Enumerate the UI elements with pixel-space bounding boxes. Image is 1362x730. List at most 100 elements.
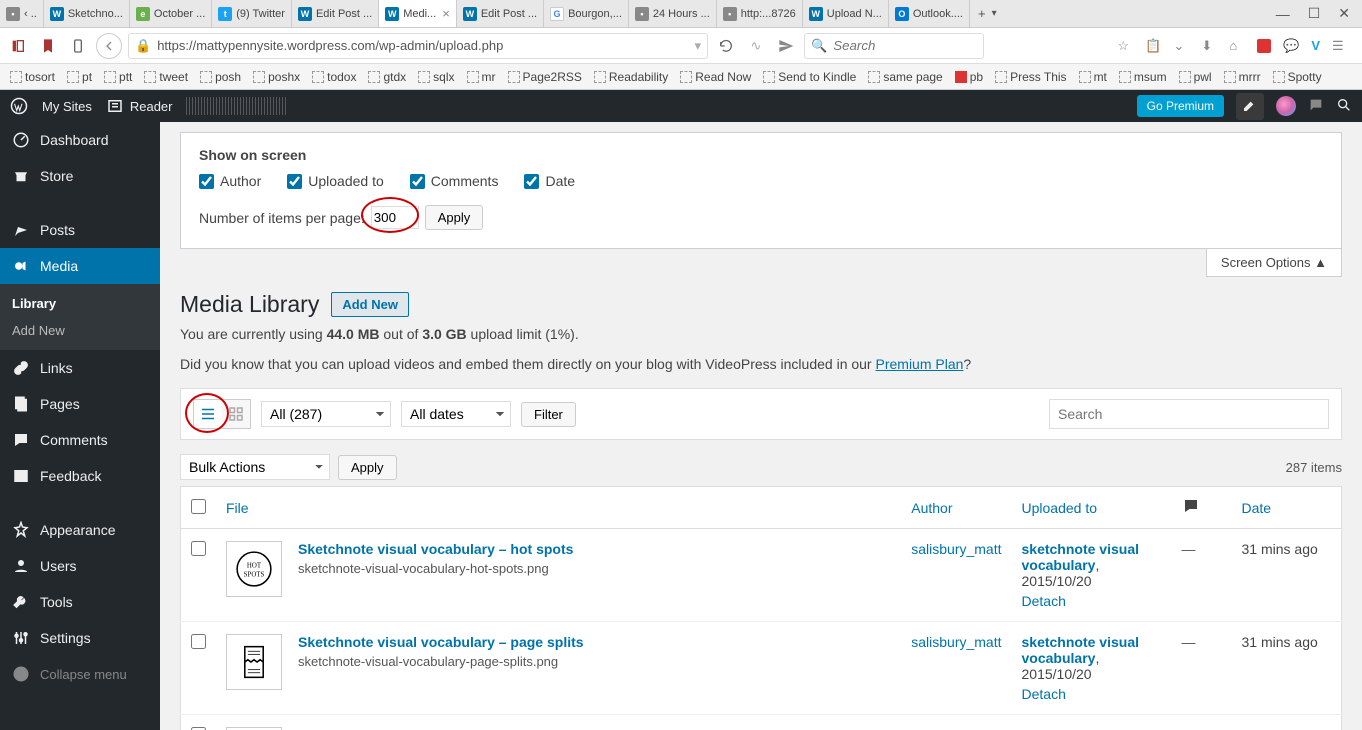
sidebar-item-pages[interactable]: Pages <box>0 386 160 422</box>
items-per-page-input[interactable] <box>371 206 419 229</box>
bookmark-item[interactable]: ptt <box>100 68 136 86</box>
bookmark-item[interactable]: todox <box>308 68 360 86</box>
bookmark-item[interactable]: poshx <box>249 68 304 86</box>
row-checkbox[interactable] <box>191 541 206 556</box>
sidebar-item-dashboard[interactable]: Dashboard <box>0 122 160 158</box>
browser-tab[interactable]: •http:...8726 <box>717 0 803 27</box>
bookmark-item[interactable]: Spotty <box>1269 68 1326 86</box>
browser-tab[interactable]: GBourgon,... <box>544 0 629 27</box>
col-uploaded-to[interactable]: Uploaded to <box>1012 487 1172 529</box>
filter-button[interactable]: Filter <box>521 402 576 427</box>
menu-icon[interactable]: ☰ <box>1332 38 1348 54</box>
bulk-apply-button[interactable]: Apply <box>338 455 397 480</box>
chk-comments[interactable]: Comments <box>410 173 499 189</box>
my-sites[interactable]: My Sites <box>42 99 92 114</box>
notifications-icon[interactable] <box>1308 97 1324 116</box>
bookmark-item[interactable]: Send to Kindle <box>759 68 860 86</box>
device-icon[interactable] <box>66 34 90 58</box>
bulk-actions-select[interactable]: Bulk Actions <box>180 454 330 480</box>
thumbnail[interactable] <box>226 634 282 690</box>
sidebar-item-links[interactable]: Links <box>0 350 160 386</box>
maximize-button[interactable]: ☐ <box>1308 5 1321 22</box>
list-view-button[interactable] <box>194 400 222 428</box>
bookmark-item[interactable]: Press This <box>991 68 1070 86</box>
browser-search-input[interactable] <box>833 38 977 53</box>
reload-button[interactable] <box>714 34 738 58</box>
browser-tab[interactable]: WUpload N... <box>803 0 889 27</box>
browser-tab[interactable]: •‹ .. <box>0 0 44 27</box>
col-author[interactable]: Author <box>901 487 1011 529</box>
screen-options-tab[interactable]: Screen Options ▲ <box>1206 249 1342 277</box>
file-title-link[interactable]: Sketchnote visual vocabulary – hot spots <box>298 541 573 557</box>
sidebar-sub-add-new[interactable]: Add New <box>0 317 160 344</box>
bookmark-item[interactable]: Page2RSS <box>504 68 586 86</box>
sidebar-item-feedback[interactable]: Feedback <box>0 458 160 494</box>
wp-logo[interactable] <box>10 97 28 115</box>
sidebar-item-comments[interactable]: Comments <box>0 422 160 458</box>
rss-icon[interactable]: ∿ <box>744 34 768 58</box>
bookmark-item[interactable]: Read Now <box>676 68 755 86</box>
uploaded-to-link[interactable]: sketchnote visual vocabulary <box>1022 634 1140 666</box>
browser-tab[interactable]: WSketchno... <box>44 0 130 27</box>
browser-tab[interactable]: •24 Hours ... <box>629 0 717 27</box>
star-icon[interactable]: ☆ <box>1117 38 1133 54</box>
bookmark-item[interactable]: same page <box>864 68 946 86</box>
clipboard-icon[interactable]: 📋 <box>1145 38 1161 54</box>
filter-type-select[interactable]: All (287) <box>261 401 391 427</box>
browser-tab[interactable]: OOutlook.... <box>889 0 970 27</box>
reader[interactable]: Reader <box>106 97 173 115</box>
author-link[interactable]: salisbury_matt <box>911 541 1001 557</box>
bookmark-item[interactable]: tweet <box>140 68 192 86</box>
pocket-icon[interactable]: ⌄ <box>1173 38 1189 54</box>
bookmark-item[interactable]: pt <box>63 68 96 86</box>
bookmark-item[interactable]: msum <box>1115 68 1171 86</box>
bookmark-item[interactable]: pb <box>951 68 987 86</box>
dropdown-icon[interactable]: ▾ <box>694 38 701 54</box>
apply-screen-options-button[interactable]: Apply <box>425 205 484 230</box>
bookmark-item[interactable]: mr <box>463 68 500 86</box>
file-title-link[interactable]: Sketchnote visual vocabulary – page spli… <box>298 634 584 650</box>
bookmark-icon[interactable] <box>36 34 60 58</box>
bookmark-item[interactable]: posh <box>196 68 245 86</box>
sidebar-toggle-icon[interactable] <box>6 34 30 58</box>
col-file[interactable]: File <box>216 487 901 529</box>
browser-tab[interactable]: t(9) Twitter <box>212 0 292 27</box>
sidebar-collapse[interactable]: Collapse menu <box>0 656 160 692</box>
sidebar-item-media[interactable]: Media <box>0 248 160 284</box>
bookmark-item[interactable]: pwl <box>1175 68 1216 86</box>
bookmark-item[interactable]: gtdx <box>364 68 410 86</box>
author-link[interactable]: salisbury_matt <box>911 634 1001 650</box>
col-date[interactable]: Date <box>1232 487 1342 529</box>
chat-icon[interactable]: 💬 <box>1283 38 1299 54</box>
bookmark-item[interactable]: Readability <box>590 68 672 86</box>
browser-tab[interactable]: WMedi...× <box>379 0 457 27</box>
minimize-button[interactable]: — <box>1276 6 1290 22</box>
addon-icon[interactable] <box>1257 39 1271 53</box>
home-icon[interactable]: ⌂ <box>1229 38 1245 54</box>
sidebar-item-appearance[interactable]: Appearance <box>0 512 160 548</box>
url-input[interactable] <box>157 38 688 53</box>
search-media-input[interactable] <box>1049 399 1329 429</box>
select-all-checkbox[interactable] <box>191 499 206 514</box>
col-comments[interactable] <box>1172 487 1232 529</box>
premium-plan-link[interactable]: Premium Plan <box>876 356 964 372</box>
sidebar-item-settings[interactable]: Settings <box>0 620 160 656</box>
sidebar-item-store[interactable]: Store <box>0 158 160 194</box>
uploaded-to-link[interactable]: sketchnote visual vocabulary <box>1022 541 1140 573</box>
back-button[interactable] <box>96 33 122 59</box>
bookmark-item[interactable]: sqlx <box>414 68 458 86</box>
chk-date[interactable]: Date <box>524 173 575 189</box>
thumbnail[interactable]: HOTSPOTS <box>226 541 282 597</box>
sidebar-sub-library[interactable]: Library <box>0 290 160 317</box>
bookmark-item[interactable]: mrrr <box>1220 68 1265 86</box>
chk-author[interactable]: Author <box>199 173 261 189</box>
browser-search[interactable]: 🔍 <box>804 33 984 59</box>
chk-uploaded-to[interactable]: Uploaded to <box>287 173 384 189</box>
bookmark-item[interactable]: mt <box>1075 68 1111 86</box>
bookmark-item[interactable]: tosort <box>6 68 59 86</box>
send-icon[interactable] <box>774 34 798 58</box>
browser-tab[interactable]: eOctober ... <box>130 0 212 27</box>
detach-link[interactable]: Detach <box>1022 593 1162 609</box>
sidebar-item-tools[interactable]: Tools <box>0 584 160 620</box>
sidebar-item-posts[interactable]: Posts <box>0 212 160 248</box>
